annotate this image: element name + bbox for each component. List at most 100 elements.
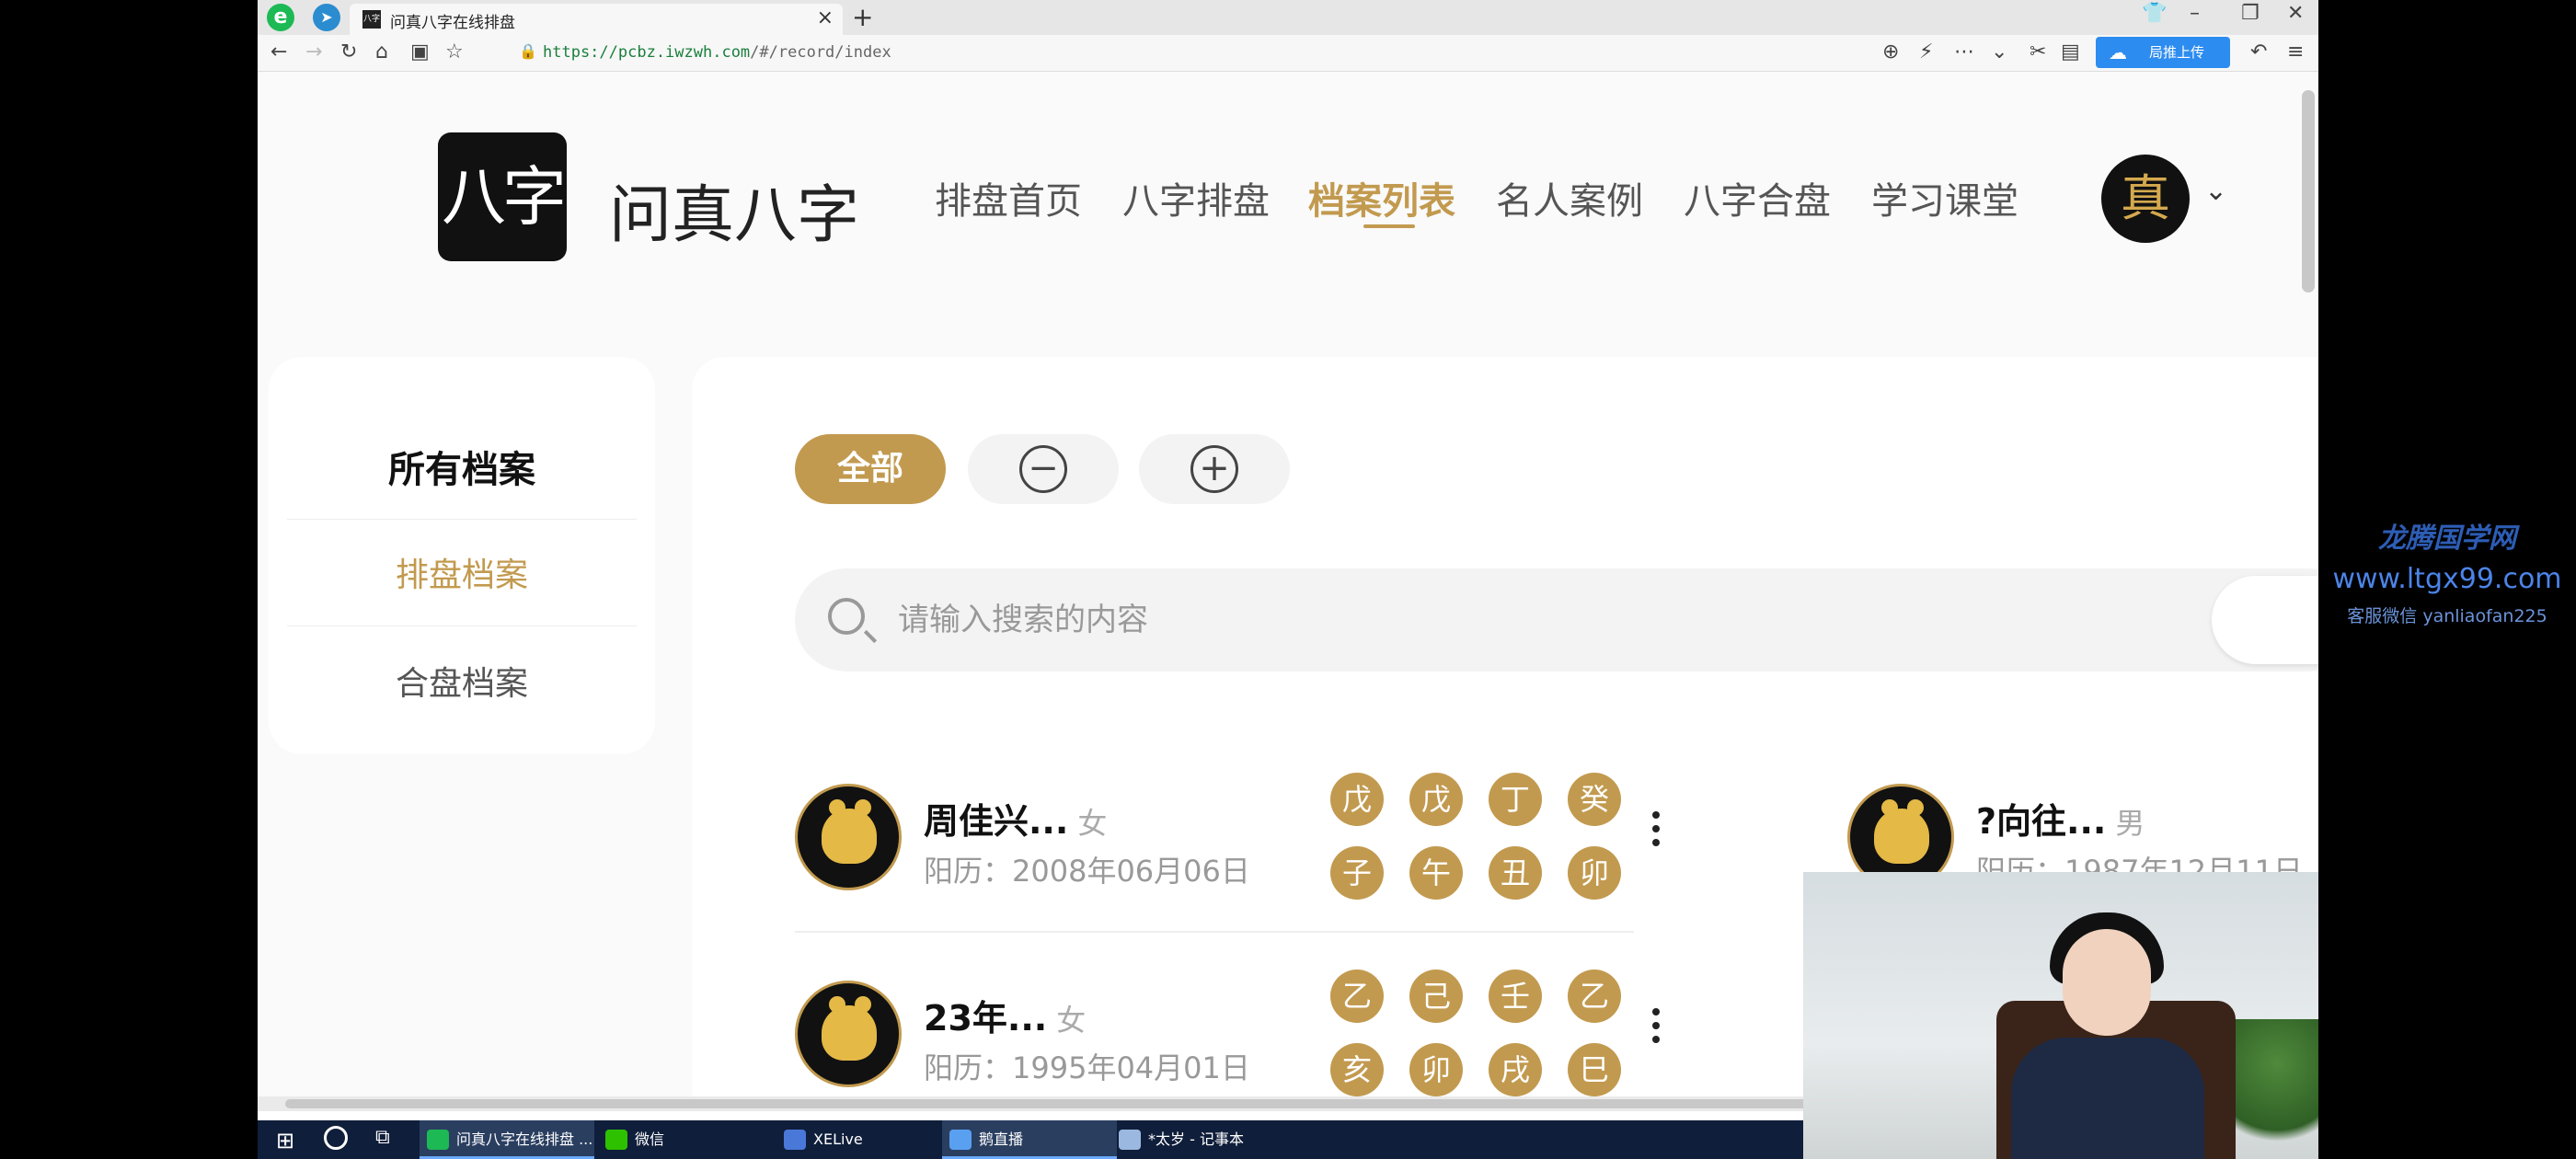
minus-circle-icon: − (1019, 445, 1067, 493)
filter-all-button[interactable]: 全部 (795, 434, 946, 504)
branch-pill: 丑 (1489, 846, 1542, 900)
nav-classroom[interactable]: 学习课堂 (1871, 171, 2018, 224)
stem-pill: 戊 (1409, 773, 1463, 826)
windows-taskbar: ⊞ ⧉ 问真八字在线排盘 ... 微信 XELive 鹅直播 *太岁 - 记事本 (258, 1120, 1803, 1159)
screen: e ➤ 八字 问真八字在线排盘 × + 👕 – ❐ ✕ ← → ↻ ⌂ ▣ ☆ … (0, 0, 2576, 1159)
refresh-icon[interactable]: ↻ (340, 40, 357, 63)
tab-close-icon[interactable]: × (817, 6, 834, 29)
new-tab-icon[interactable]: + (852, 2, 873, 32)
filter-minus-button[interactable]: − (968, 434, 1119, 504)
extension-icon[interactable]: ▤ (2061, 40, 2080, 63)
record-gender: 女 (1056, 1003, 1087, 1038)
site-header: 八字 问真八字 排盘首页 八字排盘 档案列表 名人案例 八字合盘 学习课堂 真 … (258, 72, 2300, 313)
lightning-icon[interactable]: ⚡ (1919, 40, 1933, 63)
task-view-icon[interactable]: ⧉ (375, 1126, 390, 1149)
nav-bazi-chart[interactable]: 八字排盘 (1122, 171, 1270, 224)
record-date: 阳历：1995年04月01日 (924, 1050, 1250, 1085)
nav-celebrity-cases[interactable]: 名人案例 (1496, 171, 1643, 224)
windows-start-icon[interactable]: ⊞ (276, 1128, 294, 1153)
zoom-icon[interactable]: ⊕ (1882, 40, 1899, 63)
briefcase-icon[interactable]: ▣ (410, 40, 430, 63)
taskbar-item-xelive[interactable]: XELive (776, 1120, 951, 1159)
taskbar-label: 问真八字在线排盘 ... (456, 1130, 593, 1148)
more-vertical-icon[interactable] (1650, 811, 1662, 855)
record-name: 周佳兴... 女 (924, 801, 1108, 842)
taskbar-label: *太岁 - 记事本 (1148, 1130, 1244, 1148)
record-card[interactable]: 周佳兴... 女 阳历：2008年06月06日 戊 戊 丁 癸 子 午 丑 卯 (795, 773, 1678, 979)
search-bar (795, 568, 2318, 671)
site-brand[interactable]: 问真八字 (609, 164, 859, 255)
presenter-face (2063, 929, 2151, 1036)
minimize-icon[interactable]: – (2190, 2, 2200, 25)
chevron-down-icon[interactable]: ⌄ (2204, 175, 2227, 207)
branch-pill: 亥 (1330, 1043, 1384, 1096)
nav-compatibility[interactable]: 八字合盘 (1684, 171, 1831, 224)
sidebar-title: 所有档案 (388, 449, 535, 491)
site-logo[interactable]: 八字 (438, 132, 567, 261)
maximize-icon[interactable]: ❐ (2241, 2, 2260, 25)
cortana-icon[interactable] (324, 1126, 348, 1150)
more-vertical-icon[interactable] (1650, 1008, 1662, 1052)
favorite-icon[interactable]: ☆ (445, 40, 464, 63)
branch-pill: 午 (1409, 846, 1463, 900)
nav-home[interactable]: 排盘首页 (935, 171, 1082, 224)
nav-active-indicator (1363, 224, 1415, 228)
sidebar-item-chart-records[interactable]: 排盘档案 (269, 548, 655, 596)
record-gender: 男 (2115, 806, 2145, 841)
vertical-scrollbar[interactable] (2302, 90, 2315, 293)
notepad-icon (1119, 1130, 1141, 1150)
back-icon[interactable]: ← (270, 40, 287, 63)
search-button[interactable] (2212, 576, 2318, 664)
xelive-icon (784, 1130, 806, 1150)
undo-icon[interactable]: ↶ (2250, 40, 2267, 63)
filter-plus-button[interactable]: + (1139, 434, 1290, 504)
branch-pill: 子 (1330, 846, 1384, 900)
stem-pill: 乙 (1568, 970, 1621, 1023)
menu-icon[interactable]: ≡ (2287, 40, 2304, 63)
record-card[interactable]: 23年... 女 阳历：1995年04月01日 乙 己 壬 乙 亥 卯 戌 巳 (795, 970, 1678, 1111)
browser-logo-icon[interactable]: e (267, 4, 294, 31)
shirt-icon[interactable]: 👕 (2142, 2, 2167, 25)
rat-zodiac-avatar (795, 784, 902, 890)
taskbar-item-browser[interactable]: 问真八字在线排盘 ... (420, 1120, 594, 1159)
upload-button[interactable]: ☁ 局推上传 (2096, 37, 2230, 68)
upload-label: 局推上传 (2149, 44, 2205, 61)
close-window-icon[interactable]: ✕ (2287, 2, 2304, 25)
record-date: 阳历：2008年06月06日 (924, 854, 1250, 889)
more-icon[interactable]: ⋯ (1954, 40, 1974, 63)
stem-pill: 己 (1409, 970, 1463, 1023)
scissors-icon[interactable]: ✂ (2030, 40, 2046, 63)
stem-pill: 癸 (1568, 773, 1621, 826)
scrollbar-thumb[interactable] (285, 1099, 2052, 1108)
branch-pill: 戌 (1489, 1043, 1542, 1096)
record-name: ?向往... 男 (1976, 801, 2145, 842)
stem-pill: 乙 (1330, 970, 1384, 1023)
url-field[interactable]: https://pcbz.iwzwh.com/#/record/index (543, 43, 891, 62)
search-icon (828, 598, 865, 635)
sidebar-item-compat-records[interactable]: 合盘档案 (269, 657, 655, 705)
record-gender: 女 (1077, 806, 1108, 841)
search-input[interactable] (898, 596, 2094, 644)
taskbar-item-wechat[interactable]: 微信 (598, 1120, 773, 1159)
forward-icon[interactable]: → (305, 40, 322, 63)
watermark: 龙腾国学网 www.ltgx99.com 客服微信 yanliaofan225 (2318, 515, 2576, 627)
rat-icon (822, 996, 877, 1061)
address-bar: ← → ↻ ⌂ ▣ ☆ 🔒 https://pcbz.iwzwh.com/#/r… (258, 35, 2318, 72)
browser-app-icon (427, 1130, 449, 1150)
user-avatar[interactable]: 真 (2101, 155, 2190, 243)
sidebar: 所有档案 排盘档案 合盘档案 (269, 357, 655, 754)
taskbar-label: 微信 (635, 1130, 665, 1148)
taskbar-item-notepad[interactable]: *太岁 - 记事本 (1111, 1120, 1295, 1159)
tab-active[interactable]: 八字 问真八字在线排盘 × (350, 4, 843, 35)
branch-pill: 卯 (1568, 846, 1621, 900)
home-icon[interactable]: ⌂ (375, 40, 388, 63)
taskbar-item-live[interactable]: 鹅直播 (942, 1120, 1117, 1159)
wechat-icon (605, 1130, 627, 1150)
chevron-down-icon[interactable]: ⌄ (1991, 40, 2007, 63)
taskbar-label: 鹅直播 (979, 1130, 1024, 1148)
telegram-icon[interactable]: ➤ (313, 4, 340, 31)
watermark-contact: 客服微信 yanliaofan225 (2347, 606, 2547, 626)
tab-title: 问真八字在线排盘 (390, 14, 515, 32)
divider (287, 625, 637, 626)
nav-records[interactable]: 档案列表 (1308, 171, 1455, 224)
